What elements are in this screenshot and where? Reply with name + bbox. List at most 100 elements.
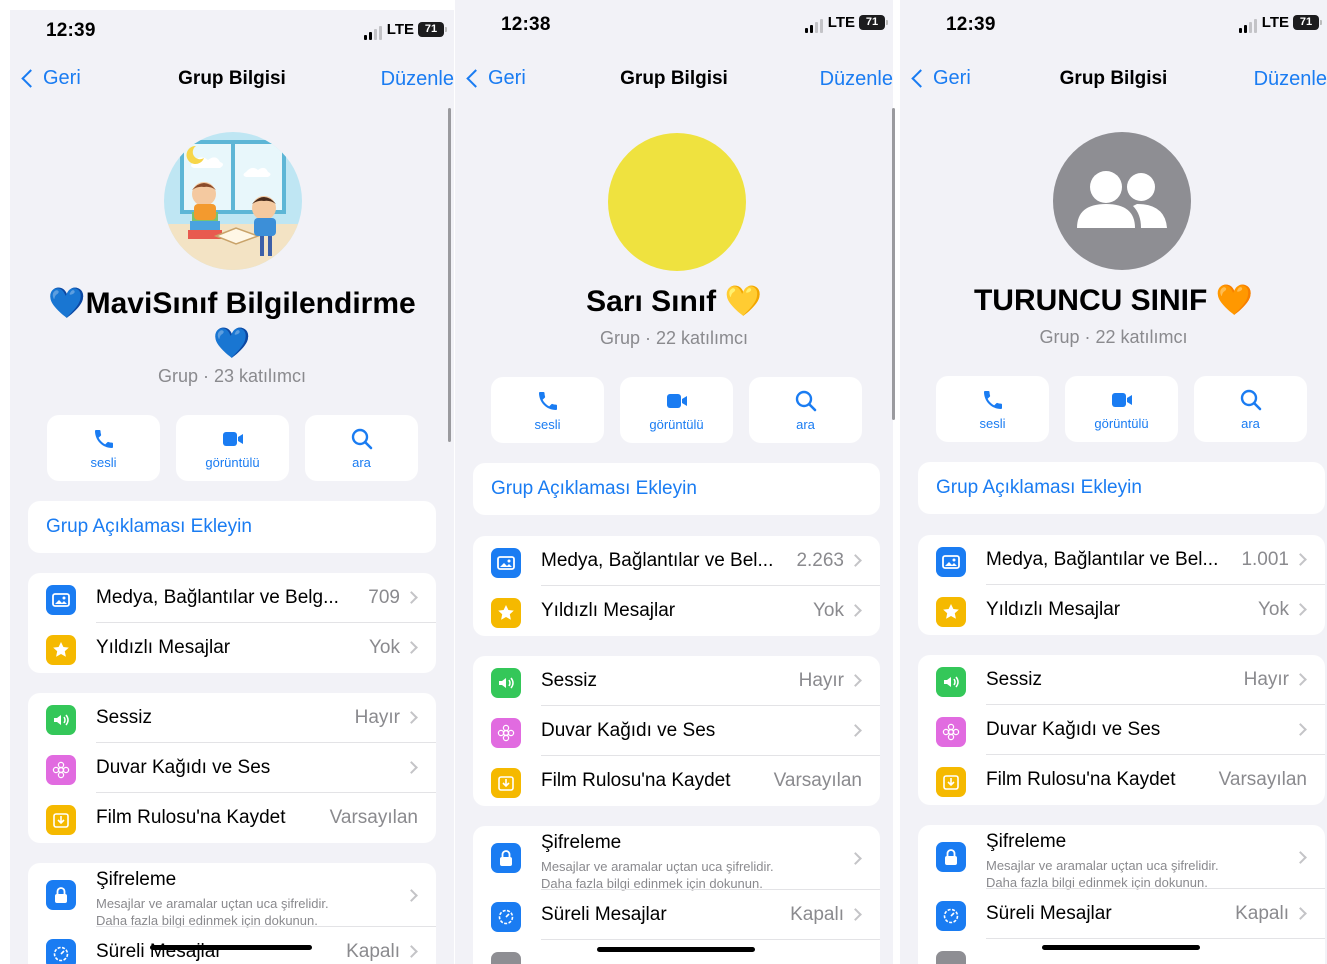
search-icon [795,390,816,411]
media-count: 1.001 [1241,549,1289,570]
voice-call-button[interactable]: sesli [47,415,160,481]
group-name: 💙MaviSınıf Bilgilendirme [48,287,416,320]
save-to-camera-roll-row[interactable]: Film Rulosu'na Kaydet Varsayılan [28,793,436,843]
add-description-card[interactable]: Grup Açıklaması Ekleyin [918,462,1325,514]
video-call-button[interactable]: görüntülü [620,377,733,443]
mute-label: Sessiz [986,669,1042,690]
media-links-docs-row[interactable]: Medya, Bağlantılar ve Bel... 2.263 [473,536,880,586]
edit-button[interactable]: Düzenle [381,68,454,91]
scroll-indicator [448,108,451,442]
voice-call-label: sesli [979,415,1006,431]
action-buttons: sesli görüntülü ara [491,377,862,443]
add-description-link[interactable]: Grup Açıklaması Ekleyin [918,462,1325,514]
encryption-row[interactable]: Şifreleme Mesajlar ve aramalar uçtan uca… [473,826,880,891]
chevron-right-icon [849,724,862,737]
starred-messages-row[interactable]: Yıldızlı Mesajlar Yok [28,623,436,673]
chevron-right-icon [849,908,862,921]
disappearing-label: Süreli Mesajlar [986,903,1112,924]
chevron-right-icon [405,591,418,604]
save-to-camera-roll-row[interactable]: Film Rulosu'na Kaydet Varsayılan [918,755,1325,805]
video-camera-icon [1111,392,1132,407]
search-button[interactable]: ara [1194,376,1307,442]
chevron-right-icon [405,945,418,958]
media-label: Medya, Bağlantılar ve Belg... [96,587,339,608]
search-icon [351,428,372,449]
add-description-card[interactable]: Grup Açıklaması Ekleyin [28,501,436,553]
lock-icon [46,880,76,910]
video-call-label: görüntülü [1094,415,1149,431]
more-settings-row[interactable] [918,939,1325,964]
speaker-icon [491,668,521,698]
speaker-icon [46,705,76,735]
battery-icon: 71 [1293,15,1322,30]
disappearing-messages-row[interactable]: Süreli Mesajlar Kapalı [473,890,880,940]
starred-messages-row[interactable]: Yıldızlı Mesajlar Yok [918,585,1325,635]
mute-row[interactable]: Sessiz Hayır [918,655,1325,705]
chevron-right-icon [405,641,418,654]
participant-count: Grup · 22 katılımcı [599,328,749,348]
disappearing-messages-row[interactable]: Süreli Mesajlar Kapalı [918,889,1325,939]
add-description-card[interactable]: Grup Açıklaması Ekleyin [473,463,880,515]
gear-icon [936,951,966,964]
video-call-label: görüntülü [649,416,704,432]
mute-row[interactable]: Sessiz Hayır [28,693,436,743]
chevron-right-icon [849,604,862,617]
mute-row[interactable]: Sessiz Hayır [473,656,880,706]
encryption-row[interactable]: Şifreleme Mesajlar ve aramalar uçtan uca… [918,825,1325,891]
speaker-icon [936,667,966,697]
phone-screen-sari-sinif: 12:38 LTE 71 Geri Grup Bilgisi Düzenle S… [455,0,893,964]
media-section: Medya, Bağlantılar ve Bel... 2.263 Yıldı… [473,536,880,636]
phone-icon [983,390,1002,409]
media-label: Medya, Bağlantılar ve Bel... [986,549,1219,570]
save-to-camera-roll-row[interactable]: Film Rulosu'na Kaydet Varsayılan [473,756,880,806]
search-button[interactable]: ara [305,415,418,481]
home-indicator [1042,945,1200,950]
signal-icon [1239,19,1257,33]
star-icon [46,635,76,665]
add-description-link[interactable]: Grup Açıklaması Ekleyin [473,463,880,515]
timer-icon [491,902,521,932]
wallpaper-sound-row[interactable]: Duvar Kağıdı ve Ses [473,706,880,756]
voice-call-button[interactable]: sesli [936,376,1049,442]
wallpaper-label: Duvar Kağıdı ve Ses [541,720,716,741]
voice-call-button[interactable]: sesli [491,377,604,443]
group-avatar[interactable] [1053,132,1191,270]
phone-icon [94,429,113,448]
media-links-docs-row[interactable]: Medya, Bağlantılar ve Bel... 1.001 [918,535,1325,585]
battery-icon: 71 [418,22,447,37]
wallpaper-label: Duvar Kağıdı ve Ses [986,719,1161,740]
photo-icon [936,547,966,577]
photo-icon [491,548,521,578]
encryption-label: Şifreleme [541,832,622,853]
wallpaper-sound-row[interactable]: Duvar Kağıdı ve Ses [28,743,436,793]
chevron-right-icon [1294,603,1307,616]
search-button[interactable]: ara [749,377,862,443]
edit-button[interactable]: Düzenle [1254,68,1327,91]
disappearing-value: Kapalı [790,904,844,925]
network-type: LTE [827,14,855,31]
camera-roll-label: Film Rulosu'na Kaydet [986,769,1176,790]
edit-button[interactable]: Düzenle [820,68,893,91]
wallpaper-sound-row[interactable]: Duvar Kağıdı ve Ses [918,705,1325,755]
action-buttons: sesli görüntülü ara [936,376,1307,442]
group-people-icon [1077,171,1167,228]
add-description-link[interactable]: Grup Açıklaması Ekleyin [28,501,436,553]
gear-icon [491,952,521,964]
encryption-row[interactable]: Şifreleme Mesajlar ve aramalar uçtan uca… [28,863,436,928]
group-avatar[interactable] [164,132,302,270]
video-call-label: görüntülü [205,454,260,470]
video-call-button[interactable]: görüntülü [1065,376,1178,442]
video-call-button[interactable]: görüntülü [176,415,289,481]
chevron-right-icon [849,852,862,865]
starred-messages-row[interactable]: Yıldızlı Mesajlar Yok [473,586,880,636]
media-links-docs-row[interactable]: Medya, Bağlantılar ve Belg... 709 [28,573,436,623]
more-settings-row[interactable] [473,940,880,964]
timer-icon [936,901,966,931]
home-indicator [150,945,312,950]
media-section: Medya, Bağlantılar ve Belg... 709 Yıldız… [28,573,436,673]
mute-value: Hayır [1243,669,1289,690]
action-buttons: sesli görüntülü ara [47,415,418,481]
group-avatar[interactable] [608,133,746,271]
encryption-description: Mesajlar ve aramalar uçtan uca şifrelidi… [986,857,1219,891]
flower-icon [936,717,966,747]
